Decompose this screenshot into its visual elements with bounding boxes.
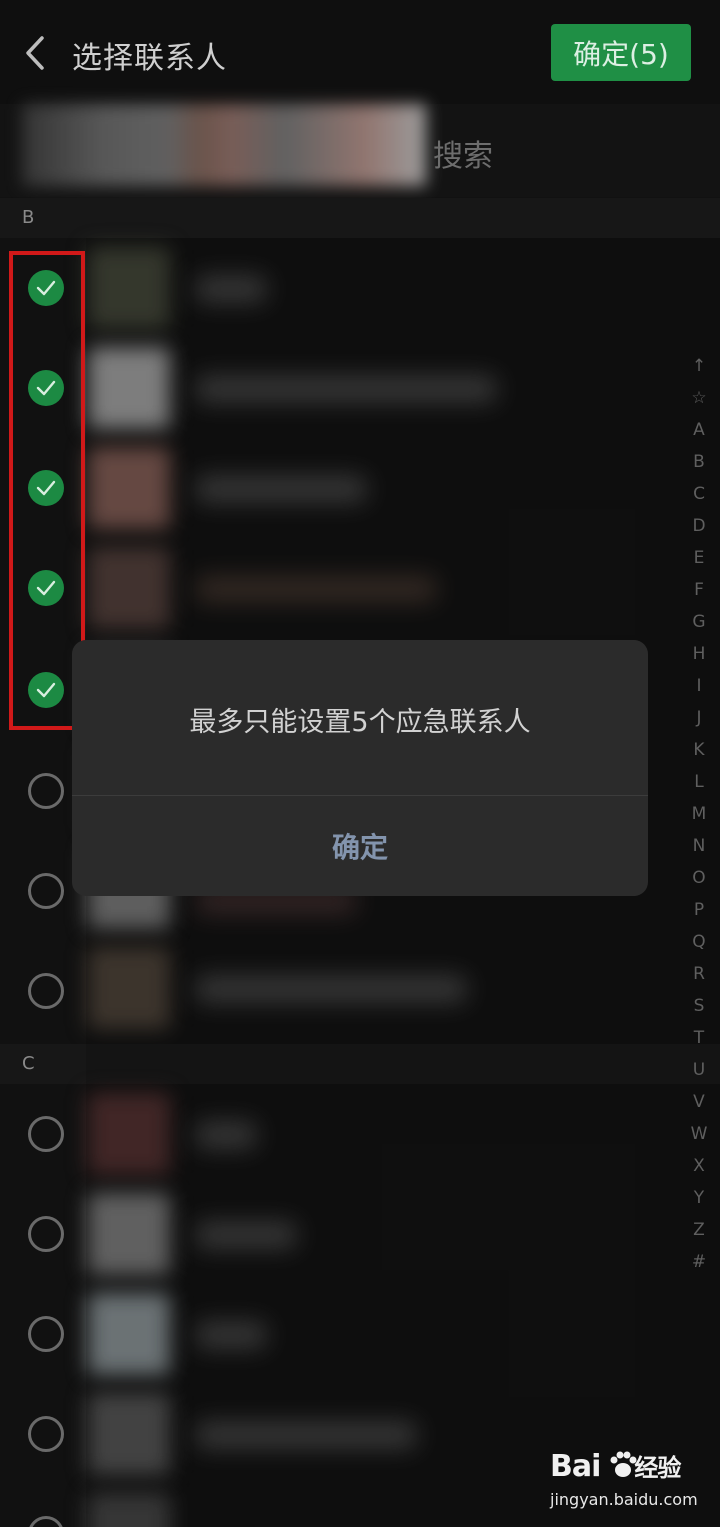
confirm-button[interactable]: 确定(5)	[551, 24, 691, 81]
index-letter[interactable]: #	[684, 1246, 714, 1278]
checkbox-unchecked[interactable]	[28, 1416, 64, 1452]
section-letter: B	[22, 207, 35, 228]
index-letter[interactable]: R	[684, 958, 714, 990]
index-letter[interactable]: F	[684, 574, 714, 606]
page-title: 选择联系人	[72, 41, 227, 76]
index-letter[interactable]: V	[684, 1086, 714, 1118]
index-letter[interactable]: E	[684, 542, 714, 574]
back-button[interactable]	[22, 34, 54, 72]
dialog-confirm-button[interactable]: 确定	[72, 796, 648, 896]
index-letter[interactable]: Y	[684, 1182, 714, 1214]
index-letter[interactable]: A	[684, 414, 714, 446]
section-letter: C	[22, 1053, 35, 1074]
checkbox-unchecked[interactable]	[28, 1216, 64, 1252]
index-letter[interactable]: X	[684, 1150, 714, 1182]
index-letter[interactable]: G	[684, 606, 714, 638]
search-bar[interactable]: 搜索	[0, 104, 720, 197]
limit-dialog: 最多只能设置5个应急联系人 确定	[72, 640, 648, 896]
dialog-message: 最多只能设置5个应急联系人	[189, 707, 531, 738]
checkbox-unchecked[interactable]	[28, 773, 64, 809]
index-letter[interactable]: P	[684, 894, 714, 926]
section-header-b: B	[0, 198, 720, 238]
index-letter[interactable]: C	[684, 478, 714, 510]
index-letter[interactable]: J	[684, 702, 714, 734]
index-letter[interactable]: K	[684, 734, 714, 766]
chevron-left-icon	[26, 36, 44, 70]
index-letter[interactable]: W	[684, 1118, 714, 1150]
index-letter[interactable]: D	[684, 510, 714, 542]
index-letter[interactable]: ☆	[684, 382, 714, 414]
checkbox-unchecked[interactable]	[28, 973, 64, 1009]
index-letter[interactable]: U	[684, 1054, 714, 1086]
paw-icon	[610, 1451, 637, 1477]
watermark-url: jingyan.baidu.com	[550, 1490, 698, 1509]
index-letter[interactable]: Q	[684, 926, 714, 958]
baidu-jingyan-watermark: Bai 经验 jingyan.baidu.com	[550, 1448, 710, 1512]
index-letter[interactable]: Z	[684, 1214, 714, 1246]
index-letter[interactable]: B	[684, 446, 714, 478]
top-bar: 选择联系人 确定(5)	[0, 0, 720, 104]
checkbox-unchecked[interactable]	[28, 1316, 64, 1352]
index-letter[interactable]: T	[684, 1022, 714, 1054]
index-letter[interactable]: ↑	[684, 350, 714, 382]
index-letter[interactable]: M	[684, 798, 714, 830]
alphabet-index-bar[interactable]: ↑ ☆ A B C D E F G H I J K L M N O P Q R S T U V W X Y Z #	[684, 350, 714, 1278]
index-letter[interactable]: O	[684, 862, 714, 894]
index-letter[interactable]: L	[684, 766, 714, 798]
contact-picker-screen: 选择联系人 确定(5) 搜索 B C ↑ ☆ A B C D E F G H I…	[0, 0, 720, 1527]
checkbox-unchecked[interactable]	[28, 873, 64, 909]
index-letter[interactable]: I	[684, 670, 714, 702]
checkbox-unchecked[interactable]	[28, 1116, 64, 1152]
index-letter[interactable]: S	[684, 990, 714, 1022]
checkbox-unchecked[interactable]	[28, 1516, 64, 1527]
search-input[interactable]: 搜索	[433, 131, 493, 175]
index-letter[interactable]: H	[684, 638, 714, 670]
index-letter[interactable]: N	[684, 830, 714, 862]
selected-avatars-strip	[22, 104, 426, 186]
